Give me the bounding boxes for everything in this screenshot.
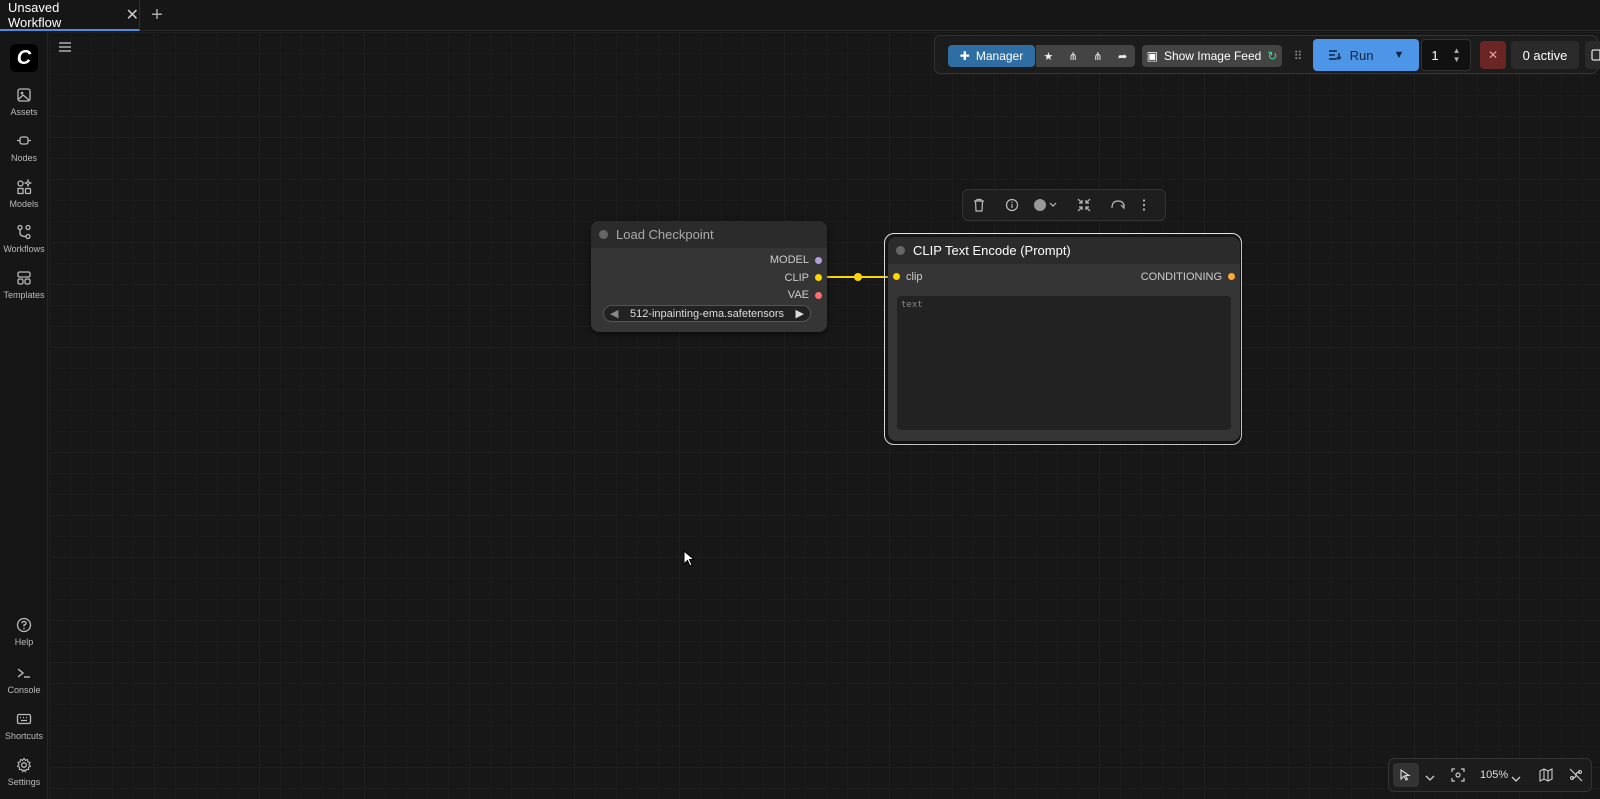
- input-clip-slot[interactable]: [893, 273, 900, 280]
- chevron-down-icon[interactable]: [1425, 769, 1435, 787]
- output-model-slot[interactable]: [815, 257, 822, 264]
- selection-toolbar: [962, 189, 1166, 221]
- output-conditioning-label: CONDITIONING: [1140, 271, 1222, 283]
- ckpt-name-combo[interactable]: ◀ 512-inpainting-ema.safetensors ▶: [603, 305, 811, 322]
- info-icon[interactable]: [1005, 198, 1019, 217]
- minimap-icon[interactable]: [1539, 768, 1553, 787]
- input-clip-label: clip: [906, 271, 923, 283]
- prompt-placeholder: text: [901, 300, 923, 310]
- mouse-cursor-icon: [683, 550, 695, 567]
- ckpt-name-value: 512-inpainting-ema.safetensors: [629, 307, 785, 320]
- zoom-chevron-icon[interactable]: [1511, 770, 1521, 788]
- collapse-icon[interactable]: [1077, 198, 1091, 217]
- color-picker-button[interactable]: [1033, 198, 1061, 217]
- canvas-controls: 105%: [1388, 758, 1592, 792]
- arrow-right-icon[interactable]: ▶: [796, 307, 804, 320]
- collapse-dot-icon[interactable]: [599, 230, 608, 239]
- output-clip-label: CLIP: [784, 272, 809, 284]
- hide-links-icon[interactable]: [1569, 768, 1583, 787]
- node-clip-text-encode[interactable]: CLIP Text Encode (Prompt) clip CONDITION…: [888, 237, 1240, 441]
- output-vae-label: VAE: [787, 289, 809, 301]
- node-title: CLIP Text Encode (Prompt): [913, 243, 1071, 258]
- collapse-dot-icon[interactable]: [896, 246, 905, 255]
- bypass-icon[interactable]: [1111, 198, 1125, 217]
- node-load-checkpoint[interactable]: Load Checkpoint MODEL CLIP VAE ◀ 512-inp…: [591, 221, 827, 332]
- trash-icon[interactable]: [973, 198, 985, 217]
- node-links: [819, 273, 897, 281]
- output-clip-slot[interactable]: [815, 274, 822, 281]
- output-vae-slot[interactable]: [815, 292, 822, 299]
- zoom-level[interactable]: 105%: [1480, 769, 1508, 781]
- node-header[interactable]: Load Checkpoint: [591, 221, 827, 248]
- more-options-icon[interactable]: [1141, 198, 1147, 217]
- node-title: Load Checkpoint: [616, 227, 714, 242]
- select-tool-icon[interactable]: [1393, 763, 1419, 787]
- node-header[interactable]: CLIP Text Encode (Prompt): [888, 237, 1240, 264]
- output-model-label: MODEL: [769, 254, 809, 266]
- fit-view-icon[interactable]: [1451, 768, 1465, 787]
- output-conditioning-slot[interactable]: [1228, 273, 1235, 280]
- arrow-left-icon[interactable]: ◀: [610, 307, 618, 320]
- prompt-text-area[interactable]: text: [897, 296, 1231, 430]
- link-center-marker[interactable]: [854, 273, 862, 281]
